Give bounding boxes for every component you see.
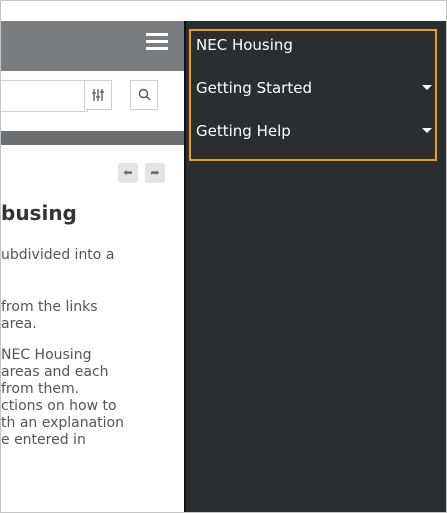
back-arrow-icon[interactable]: ⬅ [118,163,138,183]
filter-button[interactable] [84,80,112,110]
paragraph-line: ctions on how to [1,398,117,414]
page-title: busing [1,201,77,225]
search-icon [138,88,150,101]
paragraph-line: from the links [1,299,98,315]
menu-item-getting-help[interactable]: Getting Help [196,122,291,140]
paragraph-line: area. [1,316,37,332]
paragraph-line: th an explanation [1,415,124,431]
paragraph-line: NEC Housing [1,347,92,363]
paragraph-line: ubdivided into a [1,247,115,263]
menu-item-label: NEC Housing [196,36,293,54]
menu-item-label: Getting Help [196,122,291,140]
help-content-pane: ⬅ ➦ busing ubdivided into a from the lin… [1,1,184,512]
forward-arrow-icon[interactable]: ➦ [145,163,165,183]
search-input[interactable] [1,80,88,112]
app-window: ⬅ ➦ busing ubdivided into a from the lin… [0,0,447,513]
filter-sliders-icon [92,88,104,101]
menu-item-label: Getting Started [196,79,312,97]
menu-item-getting-started[interactable]: Getting Started [196,79,312,97]
paragraph-line: from them. [1,381,80,397]
toolbar-strip [1,131,184,145]
hamburger-icon[interactable] [146,33,168,51]
menu-item-nec-housing[interactable]: NEC Housing [196,36,293,54]
paragraph-line: areas and each [1,364,109,380]
caret-down-icon[interactable] [422,128,432,133]
paragraph-line: e entered in [1,432,86,448]
caret-down-icon[interactable] [422,85,432,90]
search-button[interactable] [130,80,158,110]
